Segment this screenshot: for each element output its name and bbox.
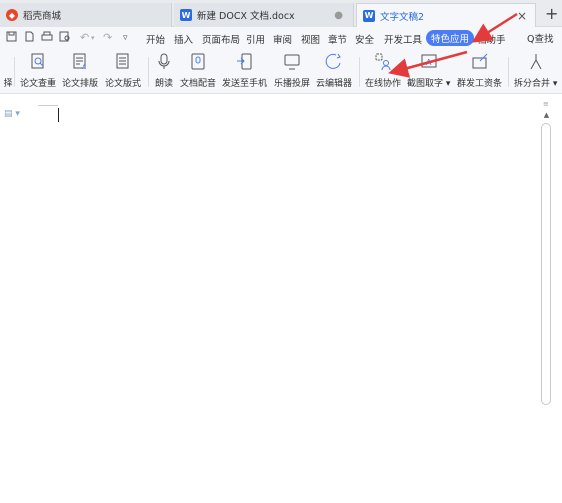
document-nav-icon[interactable]: ▤ ▾ — [4, 109, 20, 119]
split-merge-icon — [530, 54, 542, 70]
menu-row: ↶ ▾ ↷ ▿ 开始 插入 页面布局 引用 审阅 视图 章节 安全 开发工具 特… — [0, 27, 562, 49]
menu-references[interactable]: 引用 — [246, 32, 265, 46]
word-doc-icon: W — [180, 9, 192, 21]
scroll-split-icon[interactable]: ≡ — [543, 100, 549, 108]
ribbon-label: 乐播投屏 — [274, 79, 311, 89]
menu-security[interactable]: 安全 — [355, 32, 374, 46]
send-to-phone-button[interactable]: 发送至手机 — [222, 52, 267, 89]
doc-dubbing-button[interactable]: 文档配音 — [180, 52, 216, 89]
paper-check-button[interactable]: 论文查重 — [20, 52, 56, 89]
payslip-button[interactable]: 群发工资条 — [457, 52, 502, 89]
ribbon-label: 论文查重 — [20, 79, 57, 89]
tab-label: 稻壳商城 — [23, 11, 62, 22]
menu-doc-assistant[interactable]: 档助手 — [477, 32, 506, 46]
cloud-editor-button[interactable]: 云编辑器 — [316, 52, 352, 89]
doc-dubbing-icon — [191, 53, 205, 70]
undo-icon[interactable]: ↶ — [80, 31, 89, 44]
ribbon-label: 拆分合并 ▾ — [514, 79, 558, 89]
ribbon-label: 择 — [3, 79, 13, 89]
online-collab-icon — [375, 53, 391, 71]
ribbon-label: 论文版式 — [105, 79, 142, 89]
ribbon-label: 截图取字 ▾ — [407, 79, 451, 89]
tab-label: 文字文稿2 — [380, 11, 425, 23]
new-tab-button[interactable]: + — [545, 4, 558, 23]
read-aloud-button[interactable]: 朗读 — [154, 52, 174, 89]
cloud-editor-icon — [325, 53, 341, 69]
menu-insert[interactable]: 插入 — [174, 32, 193, 46]
paper-check-icon — [31, 53, 44, 69]
send-to-phone-icon — [236, 53, 251, 70]
scroll-thumb[interactable] — [541, 123, 551, 405]
read-aloud-icon — [158, 53, 170, 69]
screenshot-ocr-button[interactable]: A 截图取字 ▾ — [407, 52, 450, 89]
divider — [508, 57, 509, 87]
paper-layout-icon: A — [73, 53, 87, 71]
ribbon-label: 云编辑器 — [316, 79, 353, 89]
export-pdf-icon[interactable] — [24, 31, 35, 45]
menu-review[interactable]: 审阅 — [273, 32, 292, 46]
margin-marker — [38, 105, 58, 106]
undo-dropdown-icon[interactable]: ▾ — [91, 34, 95, 42]
redo-icon[interactable]: ↷ — [103, 31, 112, 44]
tab-docer-store[interactable]: ◆ 稻壳商城 — [0, 3, 172, 27]
tab-label: 新建 DOCX 文档.docx — [197, 11, 295, 22]
online-collab-button[interactable]: 在线协作 — [365, 52, 401, 89]
svg-text:A: A — [82, 64, 87, 71]
word-doc-icon: W — [363, 9, 375, 22]
screen-cast-button[interactable]: 乐播投屏 — [274, 52, 310, 89]
paper-format-button[interactable]: 论文版式 — [105, 52, 141, 89]
partial-icon — [0, 52, 18, 72]
document-canvas[interactable]: ▤ ▾ — [0, 95, 562, 503]
ribbon-label: 论文排版 — [62, 79, 99, 89]
screen-cast-icon — [284, 54, 300, 70]
menu-chapter[interactable]: 章节 — [328, 32, 347, 46]
paper-format-icon — [116, 53, 129, 69]
menu-special-apps[interactable]: 特色应用 — [426, 30, 475, 46]
menu-developer-tools[interactable]: 开发工具 — [384, 32, 422, 46]
docer-icon: ◆ — [6, 9, 18, 21]
customize-toolbar-icon[interactable]: ▿ — [123, 33, 128, 43]
print-preview-icon[interactable] — [59, 31, 71, 45]
close-tab-icon[interactable]: × — [517, 9, 527, 23]
tab-bar: ◆ 稻壳商城 W 新建 DOCX 文档.docx ● W 文字文稿2 × + — [0, 0, 562, 27]
tab-active-document[interactable]: W 文字文稿2 × — [356, 3, 536, 27]
split-merge-button[interactable]: 拆分合并 ▾ — [514, 52, 557, 89]
menu-page-layout[interactable]: 页面布局 — [202, 32, 240, 46]
ribbon-label: 朗读 — [154, 79, 173, 89]
tab-new-docx[interactable]: W 新建 DOCX 文档.docx ● — [174, 3, 354, 27]
save-icon[interactable] — [6, 31, 17, 45]
scroll-up-icon[interactable]: ▲ — [540, 110, 553, 120]
menu-home[interactable]: 开始 — [146, 32, 165, 46]
text-cursor — [58, 108, 59, 122]
ribbon-label: 发送至手机 — [222, 79, 268, 89]
print-icon[interactable] — [41, 31, 53, 45]
menu-view[interactable]: 视图 — [301, 32, 320, 46]
divider — [14, 57, 15, 87]
ribbon-partial-button[interactable]: 择 — [0, 52, 18, 89]
divider — [359, 57, 360, 87]
payslip-icon — [472, 53, 487, 69]
ribbon-label: 文档配音 — [180, 79, 217, 89]
ribbon-label: 在线协作 — [365, 79, 402, 89]
modified-indicator: ● — [334, 9, 343, 21]
svg-text:A: A — [426, 58, 432, 67]
screenshot-ocr-icon: A — [421, 54, 437, 68]
search-button[interactable]: Q查找 — [527, 31, 553, 45]
ribbon-label: 群发工资条 — [457, 79, 503, 89]
divider — [148, 57, 149, 87]
paper-layout-button[interactable]: A 论文排版 — [62, 52, 98, 89]
ribbon-toolbar: 择 论文查重 A 论文排版 论文版式 朗读 文档配音 发送至手机 乐播投屏 云编… — [0, 49, 562, 94]
